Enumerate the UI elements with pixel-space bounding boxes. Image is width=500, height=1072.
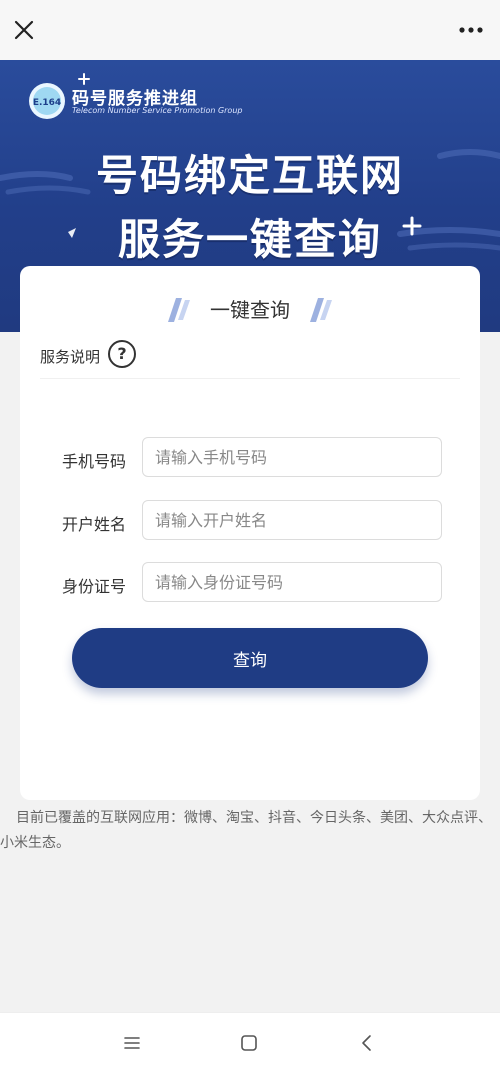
query-card: 一键查询 服务说明 ? 手机号码 开户姓名 身份证号 查询: [20, 266, 480, 800]
slash-right-icon: [310, 298, 332, 322]
name-label: 开户姓名: [62, 515, 127, 534]
logo-icon: E.164: [29, 83, 65, 119]
headline-line-2: 服务一键查询: [117, 215, 382, 264]
card-title-wrap: 一键查询: [20, 290, 480, 330]
home-icon[interactable]: [237, 1031, 261, 1055]
query-button[interactable]: 查询: [72, 628, 428, 688]
logo-subtitle: Telecom Number Service Promotion Group: [72, 106, 243, 115]
divider: [40, 378, 460, 379]
more-icon[interactable]: [456, 18, 486, 42]
id-number-input[interactable]: [142, 562, 442, 602]
headline-line-1: 号码绑定互联网: [95, 151, 404, 200]
bottom-nav-bar: [0, 1012, 500, 1072]
name-row: 开户姓名: [20, 500, 480, 540]
phone-label: 手机号码: [62, 452, 127, 471]
coverage-note: 目前已覆盖的互联网应用：微博、淘宝、抖音、今日头条、美团、大众点评、小米生态。: [0, 810, 492, 851]
top-bar: [0, 0, 500, 60]
service-description-label: 服务说明: [40, 348, 101, 366]
help-icon[interactable]: ?: [108, 340, 136, 368]
back-icon[interactable]: [355, 1031, 379, 1055]
id-row: 身份证号: [20, 562, 480, 602]
phone-input[interactable]: [142, 437, 442, 477]
menu-icon[interactable]: [120, 1031, 144, 1055]
card-title: 一键查询: [210, 298, 290, 322]
svg-text:E.164: E.164: [33, 98, 61, 108]
name-input[interactable]: [142, 500, 442, 540]
close-icon[interactable]: [10, 16, 38, 44]
phone-row: 手机号码: [20, 437, 480, 477]
id-label: 身份证号: [62, 577, 127, 596]
